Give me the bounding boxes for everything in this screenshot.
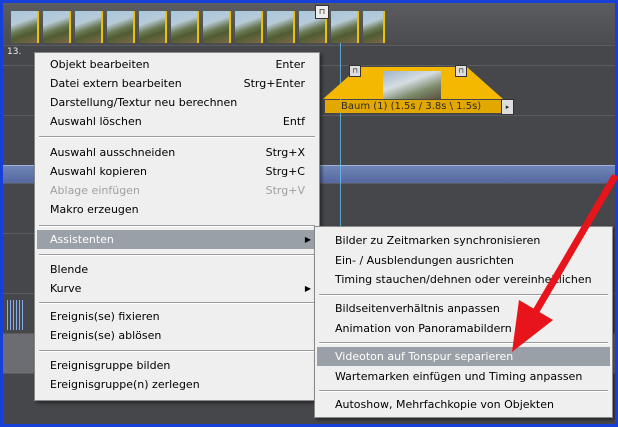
menu-separator xyxy=(39,254,315,256)
menu-item-shortcut: Strg+Enter xyxy=(243,77,305,90)
menu-item-label: Ablage einfügen xyxy=(50,184,140,197)
submenu-item-blendungen-ausrichten[interactable]: Ein- / Ausblendungen ausrichten xyxy=(317,251,610,270)
menu-item-shortcut: Strg+V xyxy=(265,184,305,197)
menu-item-objekt-bearbeiten[interactable]: Objekt bearbeiten Enter xyxy=(37,55,317,74)
submenu-item-videoton-separieren[interactable]: Videoton auf Tonspur separieren xyxy=(317,347,610,366)
audio-waveform xyxy=(7,300,25,330)
menu-item-blende[interactable]: Blende xyxy=(37,260,317,279)
menu-item-auswahl-ausschneiden[interactable]: Auswahl ausschneiden Strg+X xyxy=(37,143,317,162)
menu-item-label: Blende xyxy=(50,263,89,276)
menu-separator xyxy=(319,390,608,392)
submenu-item-label: Bilder zu Zeitmarken synchronisieren xyxy=(335,234,541,247)
film-thumbnail xyxy=(139,11,167,43)
menu-item-kurve[interactable]: Kurve ▶ xyxy=(37,279,317,298)
screenshot-frame: ⊓ 13. ⊓ ⊓ Baum (1) (1.5s / 3.8s \ 1.5s) … xyxy=(0,0,618,427)
menu-item-label: Ereignisgruppe(n) zerlegen xyxy=(50,378,200,391)
menu-item-label: Ereignisgruppe bilden xyxy=(50,359,171,372)
clip-label[interactable]: Baum (1) (1.5s / 3.8s \ 1.5s) xyxy=(325,100,505,113)
submenu-item-label: Animation von Panoramabildern xyxy=(335,322,512,335)
submenu-item-label: Bildseitenverhältnis anpassen xyxy=(335,302,500,315)
submenu-item-timing-stauchen[interactable]: Timing stauchen/dehnen oder vereinheitli… xyxy=(317,270,610,289)
film-thumbnail xyxy=(75,11,103,43)
film-thumbnail xyxy=(331,11,359,43)
film-thumbnail xyxy=(363,11,385,43)
clip-thumbnail xyxy=(383,71,441,99)
strip-marker-handle[interactable]: ⊓ xyxy=(315,5,329,19)
menu-item-makro-erzeugen[interactable]: Makro erzeugen xyxy=(37,200,317,219)
submenu-item-bildseitenverhaeltnis[interactable]: Bildseitenverhältnis anpassen xyxy=(317,299,610,318)
menu-item-ereignisse-abloesen[interactable]: Ereignis(se) ablösen xyxy=(37,326,317,345)
submenu-item-wartemarken[interactable]: Wartemarken einfügen und Timing anpassen xyxy=(317,367,610,386)
menu-item-auswahl-kopieren[interactable]: Auswahl kopieren Strg+C xyxy=(37,162,317,181)
menu-item-label: Auswahl löschen xyxy=(50,115,142,128)
triangle-right-icon: ▶ xyxy=(304,235,311,244)
menu-item-auswahl-loeschen[interactable]: Auswahl löschen Entf xyxy=(37,112,317,131)
menu-item-shortcut: Entf xyxy=(282,115,305,128)
fade-in-handle[interactable]: ⊓ xyxy=(349,65,361,77)
menu-item-label: Auswahl ausschneiden xyxy=(50,146,176,159)
film-thumbnail xyxy=(267,11,295,43)
menu-separator xyxy=(39,350,315,352)
image-clip-object[interactable]: ⊓ ⊓ xyxy=(323,65,503,99)
menu-item-label: Assistenten xyxy=(50,233,114,246)
menu-separator xyxy=(39,225,315,227)
menu-separator xyxy=(39,302,315,304)
menu-item-ereignisgruppe-bilden[interactable]: Ereignisgruppe bilden xyxy=(37,356,317,375)
menu-item-datei-extern-bearbeiten[interactable]: Datei extern bearbeiten Strg+Enter xyxy=(37,74,317,93)
film-thumbnail xyxy=(43,11,71,43)
submenu-item-label: Timing stauchen/dehnen oder vereinheitli… xyxy=(335,273,592,286)
menu-item-shortcut: Strg+X xyxy=(265,146,305,159)
film-thumbnail xyxy=(11,11,39,43)
clip-end-handle[interactable]: ▸ xyxy=(501,99,514,115)
submenu-item-bilder-synchronisieren[interactable]: Bilder zu Zeitmarken synchronisieren xyxy=(317,231,610,250)
film-thumbnail xyxy=(171,11,199,43)
triangle-right-icon: ▶ xyxy=(304,284,311,293)
menu-item-darstellung-neu-berechnen[interactable]: Darstellung/Textur neu berechnen xyxy=(37,93,317,112)
context-menu: Objekt bearbeiten Enter Datei extern bear… xyxy=(34,52,320,401)
menu-item-label: Kurve xyxy=(50,282,82,295)
submenu-item-label: Ein- / Ausblendungen ausrichten xyxy=(335,254,514,267)
menu-item-label: Ereignis(se) fixieren xyxy=(50,310,160,323)
menu-separator xyxy=(39,136,315,138)
track-label: 13. xyxy=(7,47,22,57)
fade-out-handle[interactable]: ⊓ xyxy=(455,65,467,77)
menu-item-assistenten[interactable]: Assistenten ▶ xyxy=(37,230,317,249)
film-thumbnail xyxy=(235,11,263,43)
menu-item-label: Auswahl kopieren xyxy=(50,165,148,178)
film-thumbnail xyxy=(203,11,231,43)
submenu-item-label: Autoshow, Mehrfachkopie von Objekten xyxy=(335,398,554,411)
menu-item-ereignisgruppe-zerlegen[interactable]: Ereignisgruppe(n) zerlegen xyxy=(37,375,317,394)
menu-item-ablage-einfuegen: Ablage einfügen Strg+V xyxy=(37,181,317,200)
menu-item-label: Darstellung/Textur neu berechnen xyxy=(50,96,238,109)
filmstrip-track[interactable]: ⊓ xyxy=(3,3,615,45)
menu-item-label: Objekt bearbeiten xyxy=(50,58,150,71)
submenu-item-label: Wartemarken einfügen und Timing anpassen xyxy=(335,370,583,383)
menu-item-label: Ereignis(se) ablösen xyxy=(50,329,162,342)
submenu-item-label: Videoton auf Tonspur separieren xyxy=(335,350,514,363)
menu-separator xyxy=(319,342,608,344)
menu-item-shortcut: Enter xyxy=(275,58,305,71)
menu-separator xyxy=(319,294,608,296)
submenu-item-panoramabilder[interactable]: Animation von Panoramabildern xyxy=(317,319,610,338)
menu-item-ereignisse-fixieren[interactable]: Ereignis(se) fixieren xyxy=(37,307,317,326)
film-thumbnail xyxy=(107,11,135,43)
assistenten-submenu: Bilder zu Zeitmarken synchronisieren Ein… xyxy=(314,226,613,418)
submenu-item-autoshow[interactable]: Autoshow, Mehrfachkopie von Objekten xyxy=(317,395,610,414)
menu-item-shortcut: Strg+C xyxy=(265,165,305,178)
menu-item-label: Datei extern bearbeiten xyxy=(50,77,182,90)
menu-item-label: Makro erzeugen xyxy=(50,203,139,216)
